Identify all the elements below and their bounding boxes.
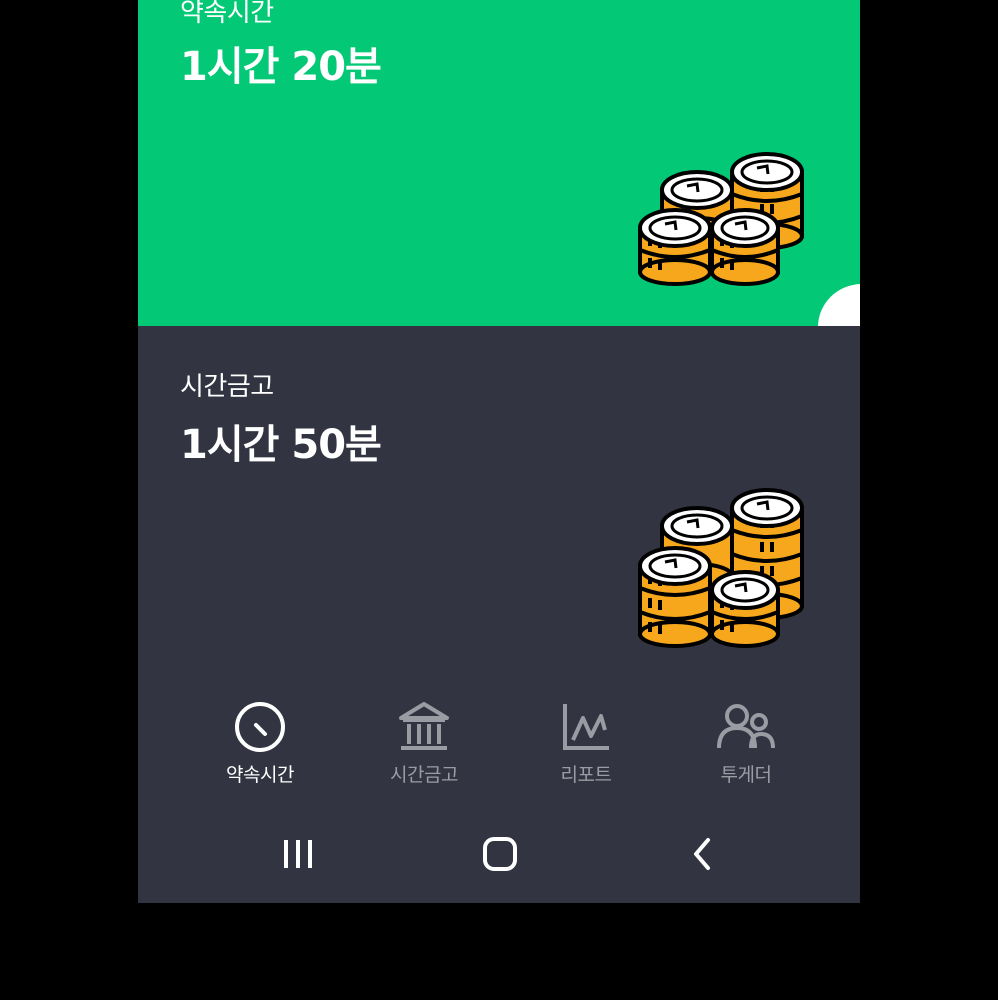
promise-time-label: 약속시간 — [180, 0, 274, 28]
promise-time-value: 1시간 20분 — [180, 44, 382, 90]
recent-apps-icon[interactable] — [280, 832, 316, 876]
tab-together[interactable]: 투게더 — [686, 700, 806, 787]
tab-report[interactable]: 리포트 — [526, 700, 646, 787]
time-bank-value: 1시간 50분 — [180, 422, 382, 468]
tab-label: 약속시간 — [226, 764, 294, 786]
coins-illustration — [638, 488, 804, 648]
home-icon[interactable] — [480, 832, 520, 876]
time-bank-label: 시간금고 — [180, 372, 274, 402]
chart-icon — [563, 704, 609, 750]
promise-time-card[interactable]: 약속시간 1시간 20분 — [138, 0, 860, 326]
time-bank-card[interactable]: 시간금고 1시간 50분 — [138, 326, 860, 903]
bottom-nav: 약속시간 시간금고 리포트 투게더 — [138, 700, 860, 800]
people-icon — [717, 704, 775, 749]
bank-icon — [399, 702, 449, 750]
tab-label: 리포트 — [560, 764, 612, 786]
clock-icon — [235, 702, 285, 752]
coins-illustration — [638, 152, 804, 286]
app-screen: 약속시간 1시간 20분 시간금고 1시간 50분 약속시간 시간금고 리포트 … — [138, 0, 860, 903]
tab-time-bank[interactable]: 시간금고 — [364, 700, 484, 787]
back-icon[interactable] — [688, 832, 718, 876]
system-nav-bar — [138, 820, 860, 890]
tab-label: 시간금고 — [390, 764, 458, 786]
tab-promise-time[interactable]: 약속시간 — [200, 700, 320, 787]
tab-label: 투게더 — [720, 764, 772, 786]
